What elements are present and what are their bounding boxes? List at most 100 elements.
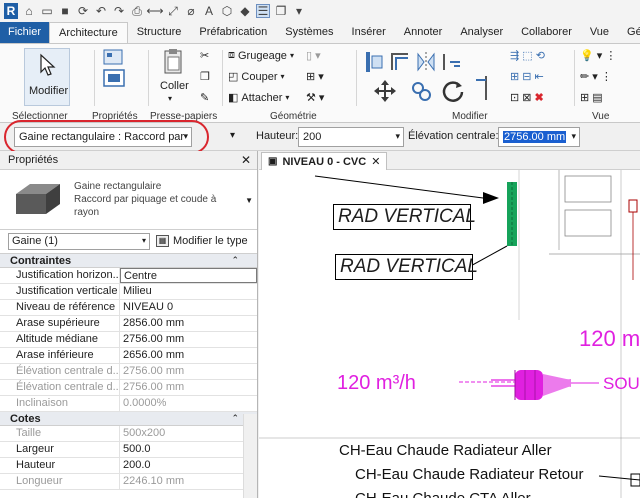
property-value[interactable]: Milieu: [120, 284, 257, 299]
type-selector[interactable]: Gaine rectangulaire Raccord par piquage …: [0, 170, 257, 230]
offset-icon[interactable]: [388, 50, 412, 74]
match-type-icon[interactable]: ✎: [200, 91, 209, 104]
tab-manage[interactable]: Gérer: [618, 22, 640, 43]
paste-label: Coller: [160, 80, 189, 92]
tab-view[interactable]: Vue: [581, 22, 618, 43]
split-icon[interactable]: [440, 50, 464, 74]
switch-windows-icon[interactable]: ❐: [274, 4, 288, 18]
chevron-down-icon: ▾: [571, 131, 576, 141]
property-value[interactable]: NIVEAU 0: [120, 300, 257, 315]
property-row: Niveau de référence NIVEAU 0: [0, 300, 257, 316]
tab-systems[interactable]: Systèmes: [276, 22, 342, 43]
modify-button[interactable]: Modifier: [24, 48, 70, 106]
height-input[interactable]: 200 ▾: [298, 127, 404, 147]
dimension-icon[interactable]: ⤢: [166, 4, 180, 18]
cope-dropdown-icon: ▾: [289, 51, 294, 60]
airflow-label-right[interactable]: 120 m: [579, 326, 640, 352]
type-name: Gaine rectangulaire Raccord par piquage …: [74, 181, 217, 218]
geometry-tool-3-icon[interactable]: ⚒ ▾: [306, 91, 324, 104]
modify-tool-row3-icon[interactable]: ⊡ ⊠ ✖: [510, 91, 544, 104]
properties-scrollbar[interactable]: [243, 414, 257, 498]
move-icon[interactable]: [372, 78, 398, 104]
section-icon[interactable]: ◆: [238, 4, 252, 18]
tab-insert[interactable]: Insérer: [343, 22, 395, 43]
collapse-icon[interactable]: ⌃: [231, 255, 239, 266]
elevation-label: Élévation centrale:: [408, 130, 499, 142]
tab-file[interactable]: Fichier: [0, 22, 50, 43]
property-value[interactable]: Centre: [120, 268, 257, 283]
modify-tool-row2-icon[interactable]: ⊞ ⊟ ⇤: [510, 70, 544, 83]
print-icon[interactable]: ⎙: [130, 4, 144, 18]
rad-vertical-label-1[interactable]: RAD VERTICAL: [333, 204, 476, 230]
revit-logo-icon[interactable]: R: [4, 3, 18, 19]
collapse-icon[interactable]: ⌃: [231, 413, 239, 424]
join-button[interactable]: ◧ Attacher ▾: [228, 91, 289, 105]
tab-niveau-0-cvc[interactable]: ▣ NIVEAU 0 - CVC ✕: [261, 152, 388, 170]
pipe-label-aller[interactable]: CH-Eau Chaude Radiateur Aller: [339, 442, 552, 459]
rad-vertical-label-2[interactable]: RAD VERTICAL: [335, 254, 478, 280]
sou-label[interactable]: SOU: [603, 374, 640, 394]
redo-icon[interactable]: ↷: [112, 4, 126, 18]
open-icon[interactable]: ▭: [40, 4, 54, 18]
text-icon[interactable]: A: [202, 4, 216, 18]
modify-tool-row1-icon[interactable]: ⇶ ⬚ ⟲: [510, 49, 545, 62]
property-value[interactable]: 500.0: [120, 442, 257, 457]
sync-icon[interactable]: ⟳: [76, 4, 90, 18]
view-tool-row2-icon[interactable]: ✏ ▾ ⋮: [580, 70, 612, 83]
thin-lines-icon[interactable]: ☰: [256, 4, 270, 18]
pipe-label-retour[interactable]: CH-Eau Chaude Radiateur Retour: [355, 466, 583, 483]
selection-filter-dropdown[interactable]: Gaine (1) ▾: [8, 233, 150, 250]
view-tool-row3-icon[interactable]: ⊞ ▤: [580, 91, 603, 104]
group-dimensions[interactable]: Cotes ⌃: [0, 412, 257, 426]
panel-label-geometry: Géométrie: [270, 111, 317, 122]
close-icon[interactable]: ✕: [241, 153, 251, 167]
property-value[interactable]: 2656.00 mm: [120, 348, 257, 363]
property-row: Hauteur 200.0: [0, 458, 257, 474]
close-icon[interactable]: ✕: [371, 155, 380, 168]
copy-clip-icon[interactable]: ❐: [200, 70, 210, 83]
property-value[interactable]: 2856.00 mm: [120, 316, 257, 331]
tab-prefabrication[interactable]: Préfabrication: [190, 22, 276, 43]
chevron-down-icon[interactable]: ▼: [245, 196, 253, 205]
trim-icon[interactable]: [474, 74, 498, 102]
tab-analyze[interactable]: Analyser: [451, 22, 512, 43]
paste-dropdown-icon[interactable]: ▾: [168, 94, 172, 103]
ribbon-separator: [356, 50, 357, 106]
copy-element-icon[interactable]: [410, 80, 434, 104]
geometry-tool-1-icon[interactable]: ▯ ▾: [306, 49, 321, 62]
property-row: Justification verticale Milieu: [0, 284, 257, 300]
home-icon[interactable]: ⌂: [22, 4, 36, 18]
property-row: Justification horizon... Centre: [0, 268, 257, 284]
group-constraints[interactable]: Contraintes ⌃: [0, 254, 257, 268]
pipe-label-cta[interactable]: CH-Eau Chaude CTA Aller: [355, 490, 531, 498]
cope-button[interactable]: ⧈ Grugeage ▾: [228, 49, 294, 62]
property-value[interactable]: 200.0: [120, 458, 257, 473]
type-selector-arrow-icon[interactable]: ▾: [230, 130, 235, 141]
mirror-icon[interactable]: [414, 50, 438, 74]
properties-icon[interactable]: [100, 48, 128, 88]
customize-icon[interactable]: ▾: [292, 4, 306, 18]
airflow-label[interactable]: 120 m³/h: [337, 372, 416, 395]
rotate-icon[interactable]: [440, 78, 466, 104]
elevation-input[interactable]: 2756.00 mm ▾: [498, 127, 580, 147]
undo-icon[interactable]: ↶: [94, 4, 108, 18]
geometry-tool-2-icon[interactable]: ⊞ ▾: [306, 70, 324, 83]
3d-view-icon[interactable]: ⬡: [220, 4, 234, 18]
drawing-canvas[interactable]: RAD VERTICAL RAD VERTICAL 120 m³/h 120 m…: [259, 170, 640, 498]
cut-clip-icon[interactable]: ✂: [200, 49, 209, 62]
measure-icon[interactable]: ⟷: [146, 4, 163, 18]
paste-icon[interactable]: [162, 48, 186, 76]
edit-type-button[interactable]: ▦ Modifier le type: [156, 235, 248, 247]
align-icon[interactable]: [362, 50, 386, 74]
view-tool-row1-icon[interactable]: 💡 ▾ ⋮: [580, 49, 616, 62]
ribbon-tabs: Fichier Architecture Structure Préfabric…: [0, 22, 640, 43]
tab-architecture[interactable]: Architecture: [49, 22, 128, 43]
cut-geometry-button[interactable]: ◰ Couper ▾: [228, 70, 285, 84]
tab-collaborate[interactable]: Collaborer: [512, 22, 581, 43]
property-value[interactable]: 2756.00 mm: [120, 332, 257, 347]
tab-structure[interactable]: Structure: [128, 22, 191, 43]
property-row: Inclinaison 0.0000%: [0, 396, 257, 412]
tag-icon[interactable]: ⌀: [184, 4, 198, 18]
save-icon[interactable]: ■: [58, 4, 72, 18]
tab-annotate[interactable]: Annoter: [395, 22, 452, 43]
